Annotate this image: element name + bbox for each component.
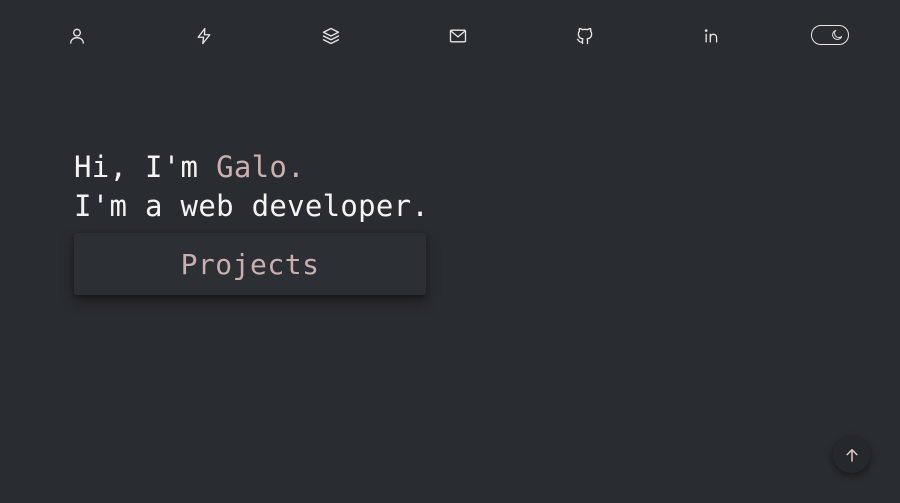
greeting-line: Hi, I'm Galo. <box>74 148 429 187</box>
projects-button[interactable]: Projects <box>74 233 426 295</box>
nav-github[interactable] <box>571 22 599 50</box>
tagline: I'm a web developer. <box>74 189 430 223</box>
top-navigation <box>0 22 900 50</box>
greeting-prefix: Hi, I'm <box>74 150 217 184</box>
nav-linkedin[interactable] <box>698 22 726 50</box>
theme-toggle[interactable] <box>811 25 849 45</box>
scroll-to-top-button[interactable] <box>833 436 870 473</box>
layers-icon <box>322 27 340 45</box>
moon-icon <box>832 29 843 40</box>
page: Hi, I'm Galo. I'm a web developer. Proje… <box>0 0 900 503</box>
user-icon <box>70 28 84 44</box>
hero-heading: Hi, I'm Galo. I'm a web developer. <box>74 148 429 226</box>
arrow-up-icon <box>845 448 858 462</box>
mail-icon <box>449 29 467 43</box>
nav-skills[interactable] <box>190 22 218 50</box>
github-icon <box>576 27 593 45</box>
hero-name: Galo. <box>216 150 305 184</box>
nav-about[interactable] <box>63 22 91 50</box>
nav-projects[interactable] <box>317 22 345 50</box>
lightning-icon <box>197 27 211 45</box>
nav-contact[interactable] <box>444 22 472 50</box>
linkedin-icon <box>704 29 718 43</box>
